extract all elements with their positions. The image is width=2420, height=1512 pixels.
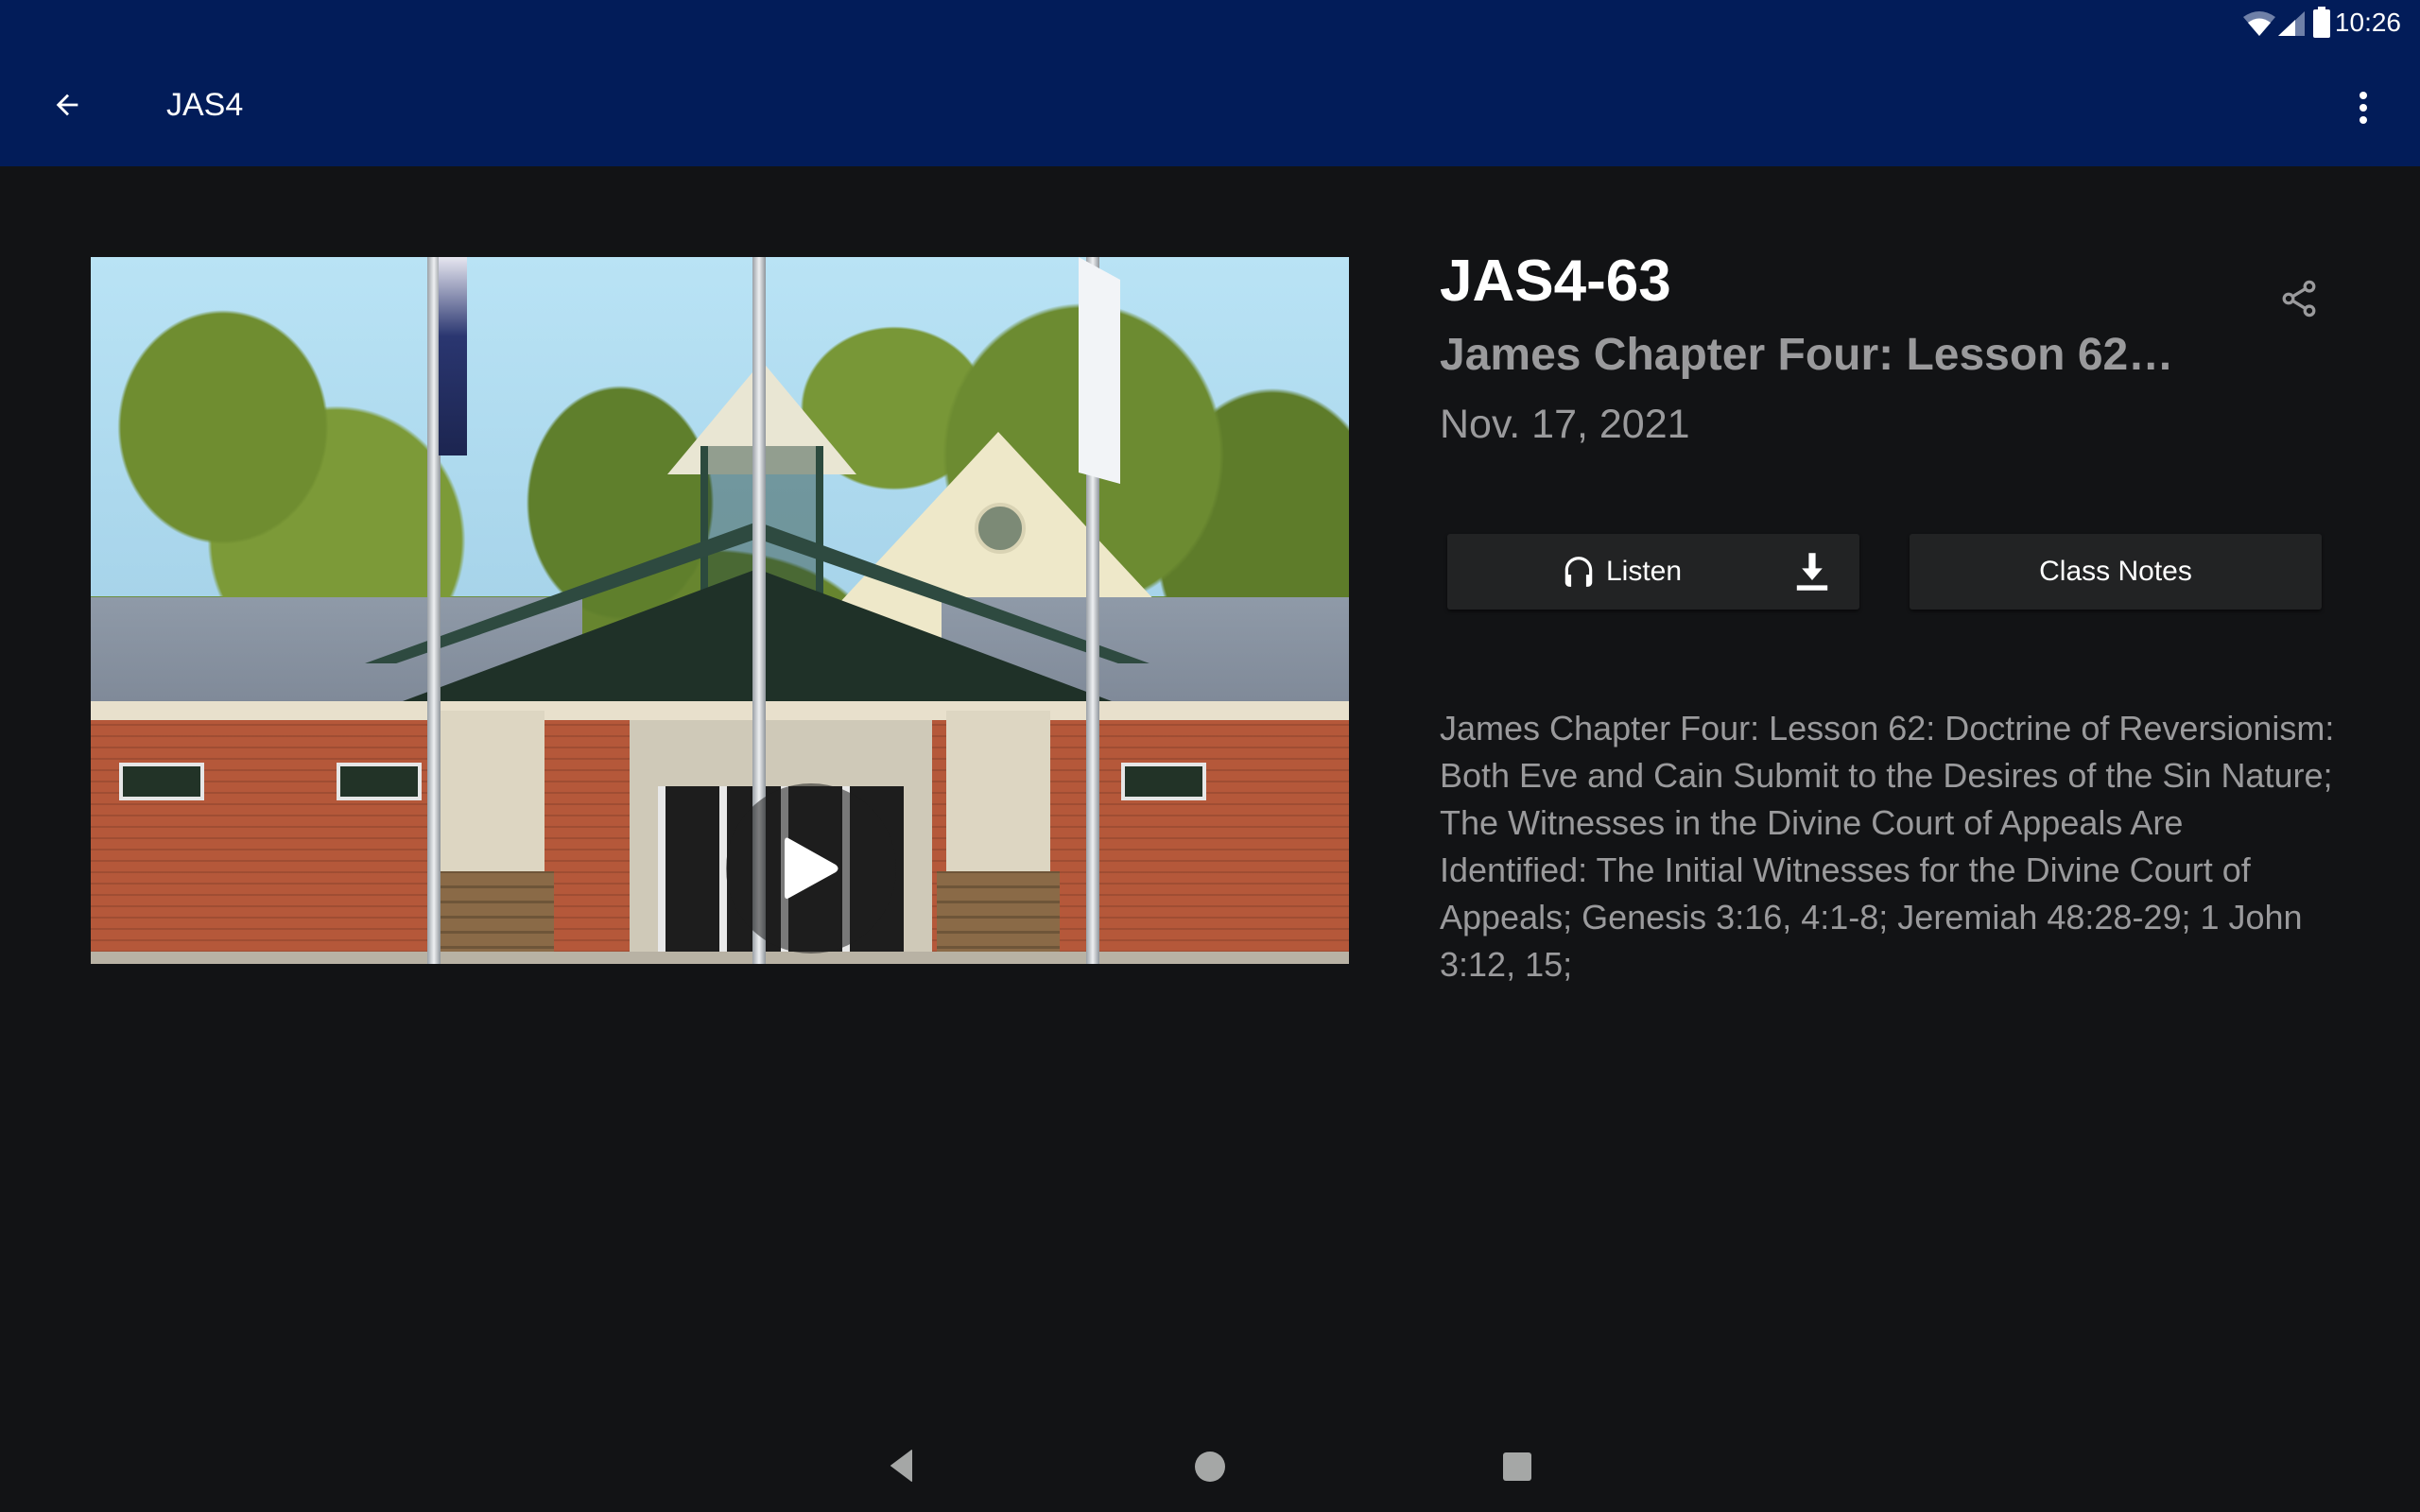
status-time: 10:26 — [2334, 8, 2401, 37]
nav-recents-icon[interactable] — [1503, 1452, 1531, 1481]
share-button[interactable] — [2269, 268, 2329, 329]
listen-button[interactable]: Listen — [1447, 534, 1859, 610]
play-button[interactable] — [726, 783, 896, 954]
back-button[interactable] — [43, 81, 91, 129]
app-title: JAS4 — [166, 87, 244, 123]
cellular-signal-icon — [2278, 11, 2305, 36]
lesson-code: JAS4-63 — [1440, 249, 1671, 314]
status-bar: 10:26 — [0, 0, 2420, 49]
system-nav-bar — [0, 1418, 2420, 1512]
arrow-back-icon — [56, 94, 78, 116]
battery-icon — [2313, 7, 2330, 38]
lesson-description: James Chapter Four: Lesson 62: Doctrine … — [1440, 709, 2335, 984]
wifi-icon — [2243, 11, 2275, 36]
more-vert-icon — [2360, 92, 2367, 99]
nav-home-icon[interactable] — [1195, 1452, 1225, 1482]
nav-back-icon[interactable] — [884, 1447, 922, 1485]
lesson-date: Nov. 17, 2021 — [1440, 402, 1690, 447]
class-notes-button[interactable]: Class Notes — [1910, 534, 2322, 610]
lesson-subtitle: James Chapter Four: Lesson 62… — [1440, 330, 2174, 380]
download-button[interactable] — [1791, 551, 1833, 593]
download-icon — [1796, 553, 1828, 591]
listen-label: Listen — [1606, 556, 1683, 587]
headphones-icon — [1564, 557, 1593, 587]
share-icon — [2282, 280, 2316, 318]
more-options-button[interactable] — [2344, 81, 2382, 134]
app-header: 10:26 JAS4 — [0, 0, 2420, 166]
video-thumbnail[interactable] — [91, 257, 1349, 964]
play-icon — [785, 837, 838, 899]
